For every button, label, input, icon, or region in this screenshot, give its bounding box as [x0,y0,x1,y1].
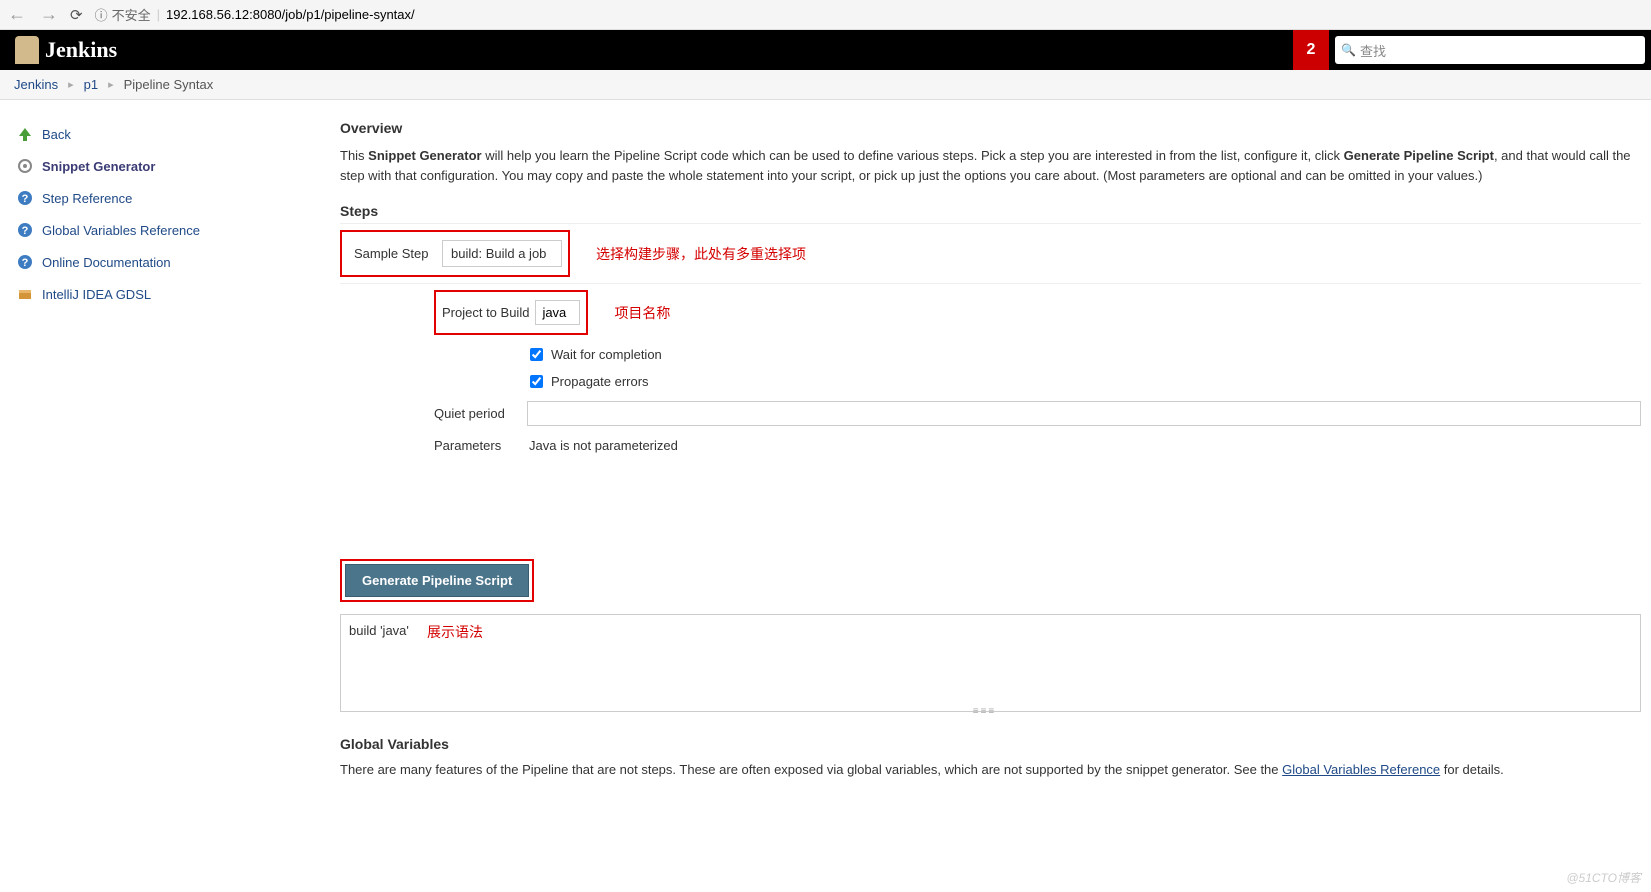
generate-button[interactable]: Generate Pipeline Script [345,564,529,597]
generate-wrap: Generate Pipeline Script [340,559,1641,602]
search-icon: 🔍 [1341,43,1356,57]
svg-text:?: ? [22,225,29,237]
watermark: @51CTO博客 [1566,869,1641,886]
svg-text:?: ? [22,257,29,269]
url-text: 192.168.56.12:8080/job/p1/pipeline-synta… [166,7,415,22]
help-icon: ? [16,189,34,207]
info-icon: ⓘ [95,5,108,24]
up-arrow-icon [16,125,34,143]
sidebar-item-onlinedoc[interactable]: ? Online Documentation [12,246,308,278]
header-right: 2 🔍 查找 [1293,30,1651,70]
propagate-row: Propagate errors [530,368,1641,395]
nav-arrows: ← → [8,4,58,25]
security-info: ⓘ 不安全 [95,5,151,24]
logo-text: Jenkins [45,37,117,63]
sidebar-item-label: Back [42,127,71,142]
gear-icon [16,157,34,175]
propagate-checkbox[interactable] [530,375,543,388]
back-arrow-icon[interactable]: ← [8,4,26,25]
sample-step-highlight: Sample Step build: Build a job [340,230,570,277]
browser-toolbar: ← → ⟳ ⓘ 不安全 | 192.168.56.12:8080/job/p1/… [0,0,1651,30]
sidebar-item-back[interactable]: Back [12,118,308,150]
svg-text:?: ? [22,193,29,205]
sidebar-item-stepref[interactable]: ? Step Reference [12,182,308,214]
sidebar-item-label: IntelliJ IDEA GDSL [42,287,151,302]
sidebar-item-label: Global Variables Reference [42,223,200,238]
sidebar: Back Snippet Generator ? Step Reference … [0,100,320,810]
breadcrumb: Jenkins ▸ p1 ▸ Pipeline Syntax [0,70,1651,100]
crumb-p1[interactable]: p1 [84,77,98,92]
resize-handle-icon[interactable]: ≡≡≡ [965,708,1005,714]
sample-step-label: Sample Step [348,246,436,261]
wait-checkbox[interactable] [530,348,543,361]
params-value: Java is not parameterized [529,438,678,453]
notification-badge[interactable]: 2 [1293,30,1329,70]
quiet-input[interactable] [527,401,1641,426]
project-highlight: Project to Build [434,290,588,335]
sample-step-annotation: 选择构建步骤，此处有多重选择项 [596,244,806,264]
forward-arrow-icon[interactable]: → [40,4,58,25]
crumb-sep: ▸ [108,78,114,91]
overview-heading: Overview [340,120,1641,136]
crumb-jenkins[interactable]: Jenkins [14,77,58,92]
quiet-row: Quiet period [434,395,1641,432]
wait-label: Wait for completion [551,347,662,362]
steps-form: Sample Step build: Build a job 选择构建步骤，此处… [340,223,1641,780]
insecure-label: 不安全 [112,5,151,24]
logo-area[interactable]: Jenkins [15,36,117,64]
output-text: build 'java' [349,623,409,638]
url-divider: | [157,7,160,22]
main-content: Overview This Snippet Generator will hel… [320,100,1651,810]
jenkins-header: Jenkins 2 🔍 查找 [0,30,1651,70]
url-bar[interactable]: ⓘ 不安全 | 192.168.56.12:8080/job/p1/pipeli… [95,5,1643,24]
help-icon: ? [16,221,34,239]
project-row: Project to Build 项目名称 [434,284,1641,341]
global-vars-heading: Global Variables [340,736,1641,752]
wait-row: Wait for completion [530,341,1641,368]
quiet-label: Quiet period [434,406,509,421]
sidebar-item-label: Snippet Generator [42,159,155,174]
project-annotation: 项目名称 [614,303,670,323]
global-vars-link[interactable]: Global Variables Reference [1282,762,1440,777]
params-label: Parameters [434,438,509,453]
crumb-current: Pipeline Syntax [124,77,214,92]
generate-highlight: Generate Pipeline Script [340,559,534,602]
sidebar-item-snippet[interactable]: Snippet Generator [12,150,308,182]
crumb-sep: ▸ [68,78,74,91]
jenkins-logo-icon [15,36,39,64]
sample-step-select[interactable]: build: Build a job [442,240,562,267]
sidebar-item-globalvar[interactable]: ? Global Variables Reference [12,214,308,246]
search-placeholder: 查找 [1360,41,1386,60]
options-block: Wait for completion Propagate errors [530,341,1641,395]
help-icon: ? [16,253,34,271]
sample-step-row: Sample Step build: Build a job 选择构建步骤，此处… [340,224,1641,283]
output-textarea[interactable]: build 'java' 展示语法 ≡≡≡ [340,614,1641,712]
project-input[interactable] [535,300,580,325]
sidebar-item-intellij[interactable]: IntelliJ IDEA GDSL [12,278,308,310]
sidebar-item-label: Step Reference [42,191,132,206]
global-vars-text: There are many features of the Pipeline … [340,760,1641,780]
project-label: Project to Build [442,305,529,320]
reload-icon[interactable]: ⟳ [70,6,83,24]
params-row: Parameters Java is not parameterized [434,432,1641,459]
output-annotation: 展示语法 [427,622,483,642]
propagate-label: Propagate errors [551,374,649,389]
output-row: build 'java' 展示语法 ≡≡≡ [340,614,1641,712]
search-box[interactable]: 🔍 查找 [1335,36,1645,64]
sidebar-item-label: Online Documentation [42,255,171,270]
box-icon [16,285,34,303]
overview-description: This Snippet Generator will help you lea… [340,146,1641,185]
steps-heading: Steps [340,203,1641,219]
